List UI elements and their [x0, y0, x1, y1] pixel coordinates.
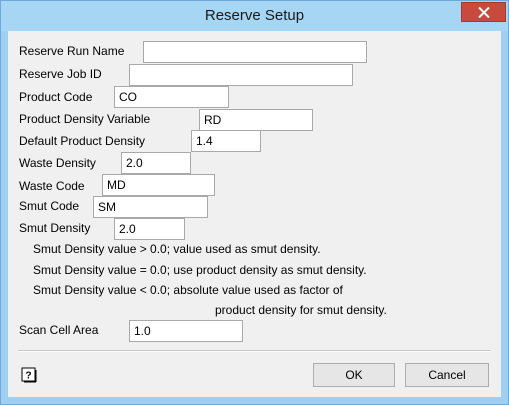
waste-code-label: Waste Code — [19, 179, 85, 193]
dialog-title: Reserve Setup — [204, 7, 305, 24]
smut-density-label: Smut Density — [19, 221, 91, 235]
scan-cell-area-input[interactable] — [129, 320, 243, 342]
scan-cell-area-label: Scan Cell Area — [19, 323, 99, 337]
reserve-run-name-label: Reserve Run Name — [19, 44, 125, 58]
title-bar[interactable]: Reserve Setup — [1, 1, 508, 31]
smut-density-note-2: Smut Density value = 0.0; use product de… — [33, 263, 367, 277]
close-button[interactable] — [461, 2, 506, 22]
dialog-body: Reserve Run Name Reserve Job ID Product … — [8, 31, 501, 397]
reserve-job-id-label: Reserve Job ID — [19, 67, 102, 81]
ok-button[interactable]: OK — [313, 363, 395, 387]
smut-density-input[interactable] — [114, 218, 185, 240]
reserve-run-name-input[interactable] — [143, 41, 367, 63]
product-code-input[interactable] — [114, 86, 229, 108]
smut-density-note-3: Smut Density value < 0.0; absolute value… — [33, 283, 343, 297]
smut-density-note-4: product density for smut density. — [215, 303, 387, 317]
smut-code-label: Smut Code — [19, 199, 80, 213]
separator — [18, 350, 491, 352]
reserve-job-id-input[interactable] — [129, 64, 353, 86]
waste-code-input[interactable] — [102, 174, 215, 196]
help-icon: ? — [21, 367, 37, 383]
smut-density-note-1: Smut Density value > 0.0; value used as … — [33, 242, 321, 256]
product-density-variable-input[interactable] — [199, 109, 313, 131]
product-code-label: Product Code — [19, 90, 93, 104]
cancel-button[interactable]: Cancel — [405, 363, 489, 387]
svg-text:?: ? — [25, 371, 31, 382]
default-product-density-label: Default Product Density — [19, 134, 146, 148]
smut-code-input[interactable] — [93, 196, 208, 218]
product-density-variable-label: Product Density Variable — [19, 112, 151, 126]
waste-density-input[interactable] — [121, 152, 191, 174]
reserve-setup-dialog: Reserve Setup Reserve Run Name Reserve J… — [0, 0, 509, 405]
default-product-density-input[interactable] — [191, 130, 261, 152]
help-button[interactable]: ? — [21, 367, 37, 383]
close-icon — [478, 7, 490, 18]
waste-density-label: Waste Density — [19, 156, 96, 170]
